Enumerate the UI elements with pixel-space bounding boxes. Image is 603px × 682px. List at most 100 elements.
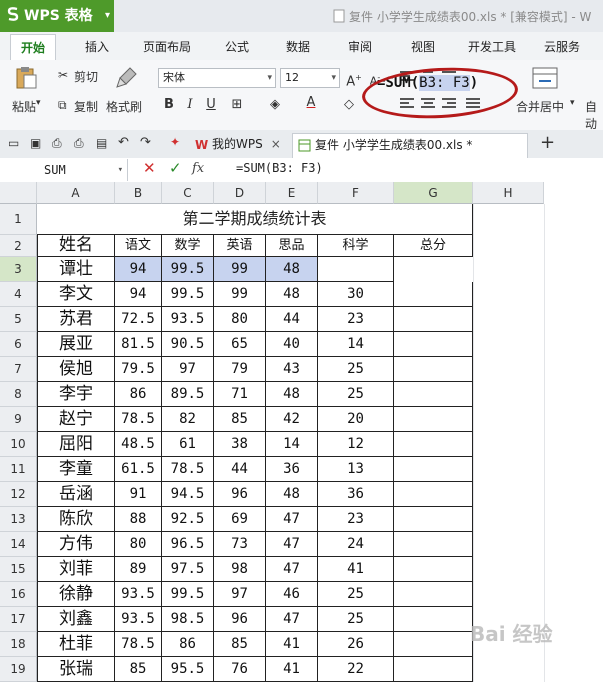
score-cell[interactable]: 47: [266, 507, 318, 532]
italic-button[interactable]: I: [181, 96, 199, 114]
formula-input[interactable]: =SUM(B3: F3): [236, 161, 323, 175]
borders-icon[interactable]: ⊞: [228, 96, 246, 114]
column-header-e[interactable]: E: [266, 182, 318, 204]
close-icon[interactable]: ×: [271, 137, 281, 151]
score-cell[interactable]: 78.5: [162, 457, 214, 482]
name-cell[interactable]: 刘菲: [37, 557, 115, 582]
score-cell[interactable]: 93.5: [115, 582, 162, 607]
score-cell[interactable]: 93.5: [115, 607, 162, 632]
bold-button[interactable]: B: [160, 96, 178, 114]
total-cell[interactable]: [394, 582, 473, 607]
score-cell[interactable]: 90.5: [162, 332, 214, 357]
header-cell[interactable]: 姓名: [37, 235, 115, 257]
score-cell[interactable]: 99.5: [162, 282, 214, 307]
total-cell[interactable]: [394, 557, 473, 582]
header-cell[interactable]: 英语: [214, 235, 266, 257]
name-cell[interactable]: 李宇: [37, 382, 115, 407]
row-header-7[interactable]: 7: [0, 357, 37, 382]
score-cell[interactable]: 61: [162, 432, 214, 457]
row-header-8[interactable]: 8: [0, 382, 37, 407]
print-icon[interactable]: ⎙: [74, 136, 84, 151]
score-cell[interactable]: 82: [162, 407, 214, 432]
name-cell[interactable]: 杜菲: [37, 632, 115, 657]
total-cell[interactable]: [394, 332, 473, 357]
name-cell[interactable]: 徐静: [37, 582, 115, 607]
name-cell[interactable]: 陈欣: [37, 507, 115, 532]
score-cell[interactable]: 44: [266, 307, 318, 332]
row-header-10[interactable]: 10: [0, 432, 37, 457]
score-cell[interactable]: 72.5: [115, 307, 162, 332]
column-header-c[interactable]: C: [162, 182, 214, 204]
row-header-18[interactable]: 18: [0, 632, 37, 657]
score-cell[interactable]: 99: [214, 257, 266, 282]
score-cell[interactable]: 95.5: [162, 657, 214, 682]
score-cell[interactable]: 23: [318, 507, 394, 532]
score-cell[interactable]: 69: [214, 507, 266, 532]
score-cell[interactable]: 30: [318, 282, 394, 307]
row-header-9[interactable]: 9: [0, 407, 37, 432]
folder-icon[interactable]: ▭: [8, 136, 19, 150]
score-cell[interactable]: 25: [318, 582, 394, 607]
name-cell[interactable]: 赵宁: [37, 407, 115, 432]
score-cell[interactable]: 47: [266, 607, 318, 632]
score-cell[interactable]: 14: [266, 432, 318, 457]
score-cell[interactable]: 98.5: [162, 607, 214, 632]
underline-button[interactable]: U: [202, 96, 220, 114]
score-cell[interactable]: 48: [266, 382, 318, 407]
row-header-6[interactable]: 6: [0, 332, 37, 357]
tab-view[interactable]: 视图: [411, 38, 435, 55]
score-cell[interactable]: 65: [214, 332, 266, 357]
merge-center-button[interactable]: 合并居中: [516, 98, 564, 115]
row-header-2[interactable]: 2: [0, 235, 37, 257]
name-cell[interactable]: 展亚: [37, 332, 115, 357]
name-cell[interactable]: 张瑞: [37, 657, 115, 682]
tab-developer[interactable]: 开发工具: [468, 38, 516, 55]
total-cell[interactable]: [394, 357, 473, 382]
score-cell[interactable]: 25: [318, 382, 394, 407]
score-cell[interactable]: 46: [266, 582, 318, 607]
score-cell[interactable]: 97: [162, 357, 214, 382]
score-cell[interactable]: 24: [318, 532, 394, 557]
auto-wrap-button[interactable]: 自动: [585, 98, 603, 132]
column-header-g[interactable]: G: [394, 182, 473, 204]
score-cell[interactable]: 41: [266, 632, 318, 657]
column-header-a[interactable]: A: [37, 182, 115, 204]
name-box[interactable]: SUM ▾: [0, 159, 128, 181]
score-cell[interactable]: 99.5: [162, 257, 214, 282]
score-cell[interactable]: 44: [214, 457, 266, 482]
new-tab-icon[interactable]: +: [540, 132, 555, 153]
font-color-icon[interactable]: A: [302, 94, 320, 112]
sheet-title-cell[interactable]: 第二学期成绩统计表: [37, 204, 473, 235]
score-cell[interactable]: 47: [266, 557, 318, 582]
copy-doc-icon[interactable]: ▤: [96, 136, 107, 150]
score-cell[interactable]: [318, 257, 394, 282]
score-cell[interactable]: 12: [318, 432, 394, 457]
score-cell[interactable]: 23: [318, 307, 394, 332]
row-header-5[interactable]: 5: [0, 307, 37, 332]
score-cell[interactable]: 48: [266, 282, 318, 307]
score-cell[interactable]: 48: [266, 257, 318, 282]
tab-cloud[interactable]: 云服务: [544, 38, 580, 55]
header-cell[interactable]: 思品: [266, 235, 318, 257]
format-painter-button[interactable]: 格式刷: [106, 98, 142, 115]
score-cell[interactable]: 41: [318, 557, 394, 582]
header-cell[interactable]: 语文: [115, 235, 162, 257]
score-cell[interactable]: 96: [214, 607, 266, 632]
score-cell[interactable]: 36: [318, 482, 394, 507]
tab-page-layout[interactable]: 页面布局: [143, 38, 191, 55]
total-cell[interactable]: [394, 482, 473, 507]
total-cell[interactable]: [394, 532, 473, 557]
merge-center-icon[interactable]: [532, 66, 558, 90]
name-cell[interactable]: 侯旭: [37, 357, 115, 382]
score-cell[interactable]: 43: [266, 357, 318, 382]
score-cell[interactable]: 26: [318, 632, 394, 657]
score-cell[interactable]: 85: [214, 632, 266, 657]
undo-icon[interactable]: ↶: [118, 135, 129, 150]
score-cell[interactable]: 47: [266, 532, 318, 557]
score-cell[interactable]: 97: [214, 582, 266, 607]
score-cell[interactable]: 78.5: [115, 632, 162, 657]
score-cell[interactable]: 89.5: [162, 382, 214, 407]
total-cell[interactable]: [394, 457, 473, 482]
score-cell[interactable]: 99.5: [162, 582, 214, 607]
score-cell[interactable]: 96: [214, 482, 266, 507]
